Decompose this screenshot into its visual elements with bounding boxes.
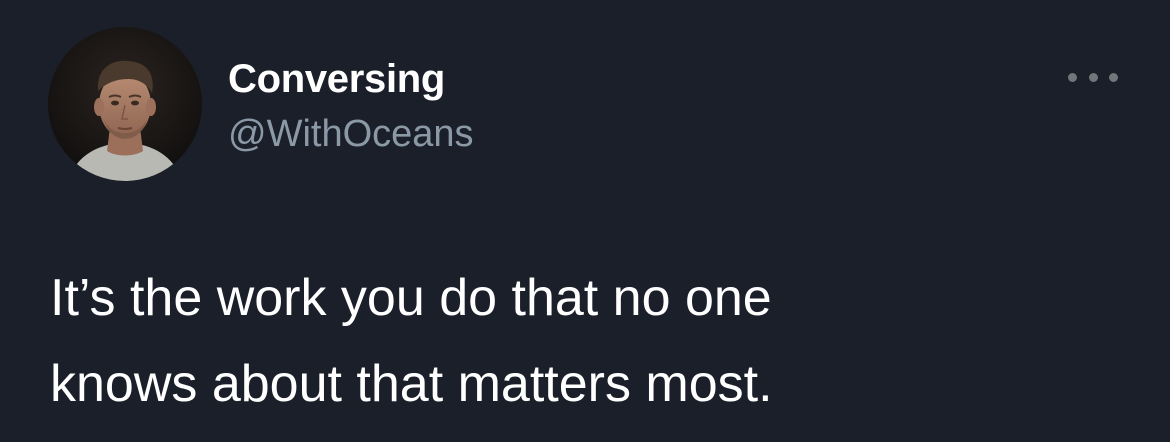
dot-icon: [1088, 72, 1098, 82]
more-options-icon[interactable]: [1068, 60, 1118, 94]
dot-icon: [1068, 72, 1077, 82]
author-display-name[interactable]: Conversing: [228, 57, 445, 101]
author-handle[interactable]: @WithOceans: [228, 112, 474, 156]
avatar[interactable]: [48, 27, 202, 181]
dot-icon: [1109, 72, 1118, 82]
tweet-text-line: knows about that matters most.: [50, 355, 773, 413]
tweet-text: It’s the work you do that no one knows a…: [50, 255, 1130, 427]
profile-photo-icon: [48, 27, 202, 181]
tweet-text-line: It’s the work you do that no one: [50, 269, 772, 327]
tweet-card: Conversing @WithOceans It’s the work you…: [0, 0, 1170, 442]
